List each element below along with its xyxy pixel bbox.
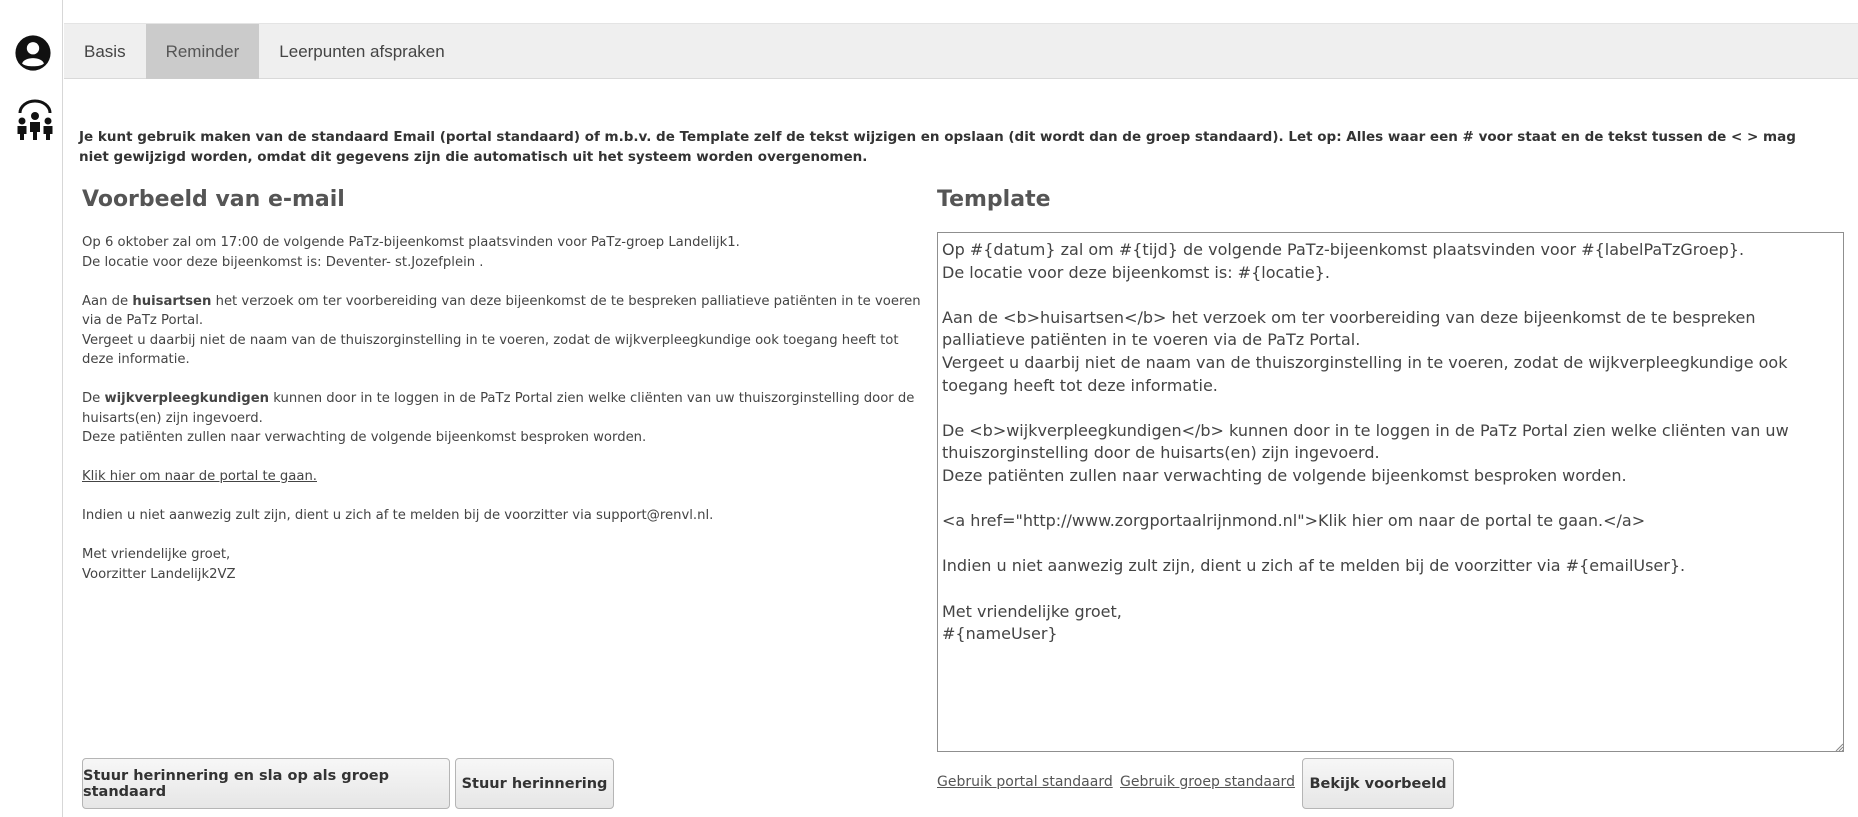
preview-text: Deze patiënten zullen naar verwachting d…	[82, 430, 647, 445]
user-circle-icon[interactable]	[14, 34, 52, 72]
preview-bold-huisartsen: huisartsen	[132, 293, 212, 309]
preview-paragraph-4: Klik hier om naar de portal te gaan.	[82, 467, 934, 487]
view-preview-button[interactable]: Bekijk voorbeeld	[1302, 758, 1454, 809]
use-portal-default-link[interactable]: Gebruik portal standaard	[937, 774, 1113, 790]
tab-reminder[interactable]: Reminder	[145, 24, 260, 79]
template-title: Template	[937, 187, 1051, 212]
resize-grip-icon[interactable]	[1834, 742, 1844, 752]
left-rail	[0, 0, 63, 817]
preview-text: Vergeet u daarbij niet de naam van de th…	[82, 332, 899, 368]
preview-signature: Voorzitter Landelijk2VZ	[82, 566, 236, 582]
preview-bold-wijkverpleegkundigen: wijkverpleegkundigen	[104, 391, 270, 406]
template-textarea[interactable]: Op #{datum} zal om #{tijd} de volgende P…	[937, 232, 1844, 752]
email-preview: Op 6 oktober zal om 17:00 de volgende Pa…	[82, 233, 934, 604]
tab-basis[interactable]: Basis	[64, 24, 146, 79]
preview-greeting: Met vriendelijke groet,	[82, 547, 231, 562]
send-reminder-button[interactable]: Stuur herinnering	[455, 758, 614, 809]
use-group-default-link[interactable]: Gebruik groep standaard	[1120, 774, 1295, 790]
send-and-save-button[interactable]: Stuur herinnering en sla op als groep st…	[82, 758, 450, 809]
portal-link[interactable]: Klik hier om naar de portal te gaan.	[82, 469, 317, 484]
preview-closing: Met vriendelijke groet, Voorzitter Lande…	[82, 545, 934, 584]
preview-date-line: Op 6 oktober zal om 17:00 de volgende Pa…	[82, 235, 740, 250]
preview-text: De	[82, 391, 105, 406]
preview-text: Aan de	[82, 293, 133, 309]
preview-paragraph-2: Aan de huisartsen het verzoek om ter voo…	[82, 292, 934, 370]
preview-absence: Indien u niet aanwezig zult zijn, dient …	[82, 508, 714, 523]
preview-location-line: De locatie voor deze bijeenkomst is: Dev…	[82, 254, 484, 270]
preview-paragraph-3: De wijkverpleegkundigen kunnen door in t…	[82, 389, 934, 448]
preview-paragraph-1: Op 6 oktober zal om 17:00 de volgende Pa…	[82, 233, 934, 272]
preview-title: Voorbeeld van e-mail	[82, 187, 345, 212]
tab-leerpunten-afspraken[interactable]: Leerpunten afspraken	[259, 24, 464, 79]
group-people-icon[interactable]	[14, 99, 56, 141]
info-notice: Je kunt gebruik maken van de standaard E…	[79, 129, 1796, 165]
tab-bar: Basis Reminder Leerpunten afspraken	[64, 23, 1858, 79]
